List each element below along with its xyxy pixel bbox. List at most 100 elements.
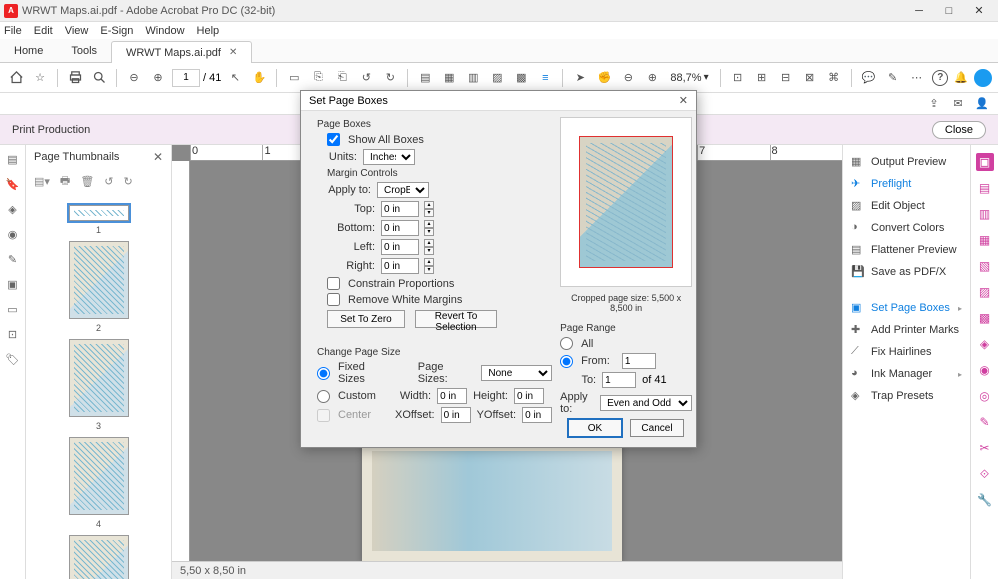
menu-help[interactable]: Help — [197, 25, 220, 37]
grid-icon[interactable]: ▨ — [487, 68, 507, 88]
far-tool-2-icon[interactable]: ▤ — [976, 179, 994, 197]
snap-icon[interactable]: ≡ — [535, 68, 555, 88]
bottom-down-icon[interactable]: ▾ — [424, 228, 434, 236]
avatar[interactable] — [974, 69, 992, 87]
far-tool-9-icon[interactable]: ◉ — [976, 361, 994, 379]
page-fit-icon[interactable]: ▦ — [439, 68, 459, 88]
page-extract-icon[interactable]: ⎘ — [308, 68, 328, 88]
content-rail-icon[interactable]: ▭ — [7, 303, 17, 316]
dialog-close-icon[interactable]: ✕ — [679, 94, 688, 107]
page-input[interactable] — [172, 69, 200, 87]
rp-save-pdfx[interactable]: 💾Save as PDF/X — [843, 261, 970, 283]
layers-rail-icon[interactable]: ◈ — [8, 203, 16, 216]
tool-c-icon[interactable]: ⊟ — [776, 68, 796, 88]
page-sizes-select[interactable]: None — [481, 365, 552, 381]
tag-rail-icon[interactable]: 🏷 — [6, 353, 20, 366]
rp-ink-manager[interactable]: ◕Ink Manager▸ — [843, 363, 970, 385]
far-tool-3-icon[interactable]: ▥ — [976, 205, 994, 223]
share-icon[interactable]: ⇪ — [924, 94, 944, 114]
units-select[interactable]: Inches — [363, 149, 415, 165]
help-icon[interactable]: ? — [932, 70, 948, 86]
plus-circle-icon[interactable]: ⊕ — [642, 68, 662, 88]
user-icon[interactable]: 👤 — [972, 94, 992, 114]
left-down-icon[interactable]: ▾ — [424, 247, 434, 255]
select-icon[interactable]: ▭ — [284, 68, 304, 88]
sig-rail-icon[interactable]: ✎ — [8, 253, 17, 266]
thumbnail-2[interactable] — [69, 241, 129, 319]
page-view-icon[interactable]: ▤ — [415, 68, 435, 88]
tab-document[interactable]: WRWT Maps.ai.pdf ✕ — [111, 41, 252, 63]
from-radio[interactable] — [560, 355, 573, 368]
rp-flattener[interactable]: ▤Flattener Preview — [843, 239, 970, 261]
thumbnails-rail-icon[interactable]: ▤ — [7, 153, 17, 166]
rp-edit-object[interactable]: ▨Edit Object — [843, 195, 970, 217]
maximize-button[interactable]: □ — [934, 1, 964, 21]
far-tool-14-icon[interactable]: 🔧 — [976, 491, 994, 509]
thumbnails-list[interactable]: 1 2 3 4 5 — [26, 193, 171, 579]
thumb-delete-icon[interactable]: 🗑 — [80, 175, 94, 188]
left-input[interactable] — [381, 239, 419, 255]
far-tool-10-icon[interactable]: ◎ — [976, 387, 994, 405]
rp-preflight[interactable]: ✈Preflight — [843, 173, 970, 195]
ok-button[interactable]: OK — [568, 419, 622, 437]
menu-view[interactable]: View — [65, 25, 89, 37]
tool-b-icon[interactable]: ⊞ — [752, 68, 772, 88]
tool-d-icon[interactable]: ⊠ — [800, 68, 820, 88]
menu-esign[interactable]: E-Sign — [100, 25, 133, 37]
far-tool-11-icon[interactable]: ✎ — [976, 413, 994, 431]
tool-e-icon[interactable]: ⌘ — [824, 68, 844, 88]
thumbnails-close-icon[interactable]: ✕ — [153, 150, 163, 164]
rotate-cw-icon[interactable]: ↻ — [380, 68, 400, 88]
all-radio[interactable] — [560, 337, 573, 350]
far-tool-13-icon[interactable]: ⟐ — [976, 465, 994, 483]
thumb-rotate-ccw-icon[interactable]: ↺ — [104, 175, 113, 188]
comment-icon[interactable]: 💬 — [859, 68, 879, 88]
far-tool-12-icon[interactable]: ✂ — [976, 439, 994, 457]
bottom-up-icon[interactable]: ▴ — [424, 220, 434, 228]
top-up-icon[interactable]: ▴ — [424, 201, 434, 209]
info-rail-icon[interactable]: ▣ — [7, 278, 17, 291]
menu-file[interactable]: File — [4, 25, 22, 37]
thumbnail-5[interactable] — [69, 535, 129, 579]
ruler-icon[interactable]: ▥ — [463, 68, 483, 88]
highlight-icon[interactable]: ✎ — [883, 68, 903, 88]
minimize-button[interactable]: ─ — [904, 1, 934, 21]
rp-fix-hairlines[interactable]: ⟋Fix Hairlines — [843, 341, 970, 363]
order-rail-icon[interactable]: ⊡ — [8, 328, 17, 341]
applyto-select[interactable]: CropBox — [377, 182, 429, 198]
tab-tools[interactable]: Tools — [57, 40, 111, 62]
far-tool-8-icon[interactable]: ◈ — [976, 335, 994, 353]
to-input[interactable] — [602, 372, 636, 388]
tool-a-icon[interactable]: ⊡ — [728, 68, 748, 88]
from-input[interactable] — [622, 353, 656, 369]
close-panel-button[interactable]: Close — [932, 121, 986, 139]
far-tool-5-icon[interactable]: ▧ — [976, 257, 994, 275]
show-all-boxes-check[interactable] — [327, 133, 340, 146]
bookmark-rail-icon[interactable]: 🔖 — [6, 178, 20, 191]
rp-trap-presets[interactable]: ◈Trap Presets — [843, 385, 970, 407]
print-icon[interactable] — [65, 68, 85, 88]
remove-white-check[interactable] — [327, 293, 340, 306]
tab-close-icon[interactable]: ✕ — [229, 47, 237, 58]
tab-home[interactable]: Home — [0, 40, 57, 62]
yoffset-input[interactable] — [522, 407, 552, 423]
width-input[interactable] — [437, 388, 467, 404]
rp-output-preview[interactable]: ▦Output Preview — [843, 151, 970, 173]
hand-icon[interactable]: ✋ — [249, 68, 269, 88]
thumbnail-4[interactable] — [69, 437, 129, 515]
zoom-select[interactable]: 88,7% ▾ — [666, 72, 712, 84]
rotate-ccw-icon[interactable]: ↺ — [356, 68, 376, 88]
rp-set-page-boxes[interactable]: ▣Set Page Boxes▸ — [843, 297, 970, 319]
arrow-icon[interactable]: ➤ — [570, 68, 590, 88]
star-icon[interactable]: ☆ — [30, 68, 50, 88]
right-input[interactable] — [381, 258, 419, 274]
zoom-out-icon[interactable]: ⊖ — [124, 68, 144, 88]
mail-icon[interactable]: ✉ — [948, 94, 968, 114]
cancel-button[interactable]: Cancel — [630, 419, 684, 437]
minus-circle-icon[interactable]: ⊖ — [618, 68, 638, 88]
top-input[interactable] — [381, 201, 419, 217]
bell-icon[interactable]: 🔔 — [954, 71, 968, 84]
bottom-input[interactable] — [381, 220, 419, 236]
right-down-icon[interactable]: ▾ — [424, 266, 434, 274]
thumbnail-3[interactable] — [69, 339, 129, 417]
